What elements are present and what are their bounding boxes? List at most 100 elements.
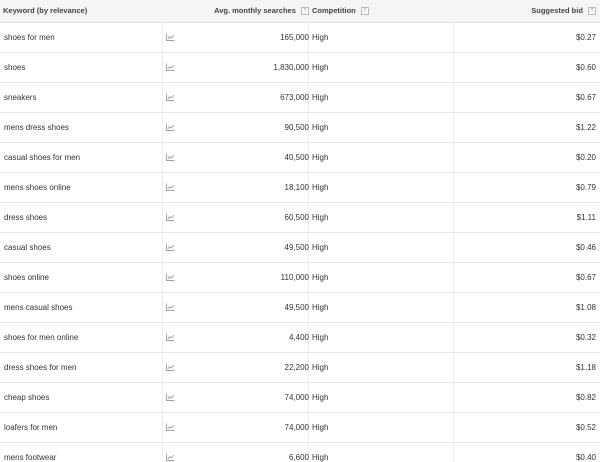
table-row[interactable]: mens casual shoes 49,500 High $1.08 — [0, 293, 600, 323]
competition-cell: High — [312, 363, 329, 372]
searches-cell: 673,000 — [280, 93, 309, 102]
searches-cell: 49,500 — [284, 303, 309, 312]
table-row[interactable]: casual shoes for men 40,500 High $0.20 — [0, 143, 600, 173]
competition-cell: High — [312, 303, 329, 312]
keyword-cell: shoes online — [4, 273, 49, 282]
bid-cell: $0.32 — [575, 333, 596, 342]
keyword-cell: shoes for men online — [4, 333, 79, 342]
table-header: Keyword (by relevance) Avg. monthly sear… — [0, 0, 600, 23]
table-row[interactable]: sneakers 673,000 High $0.67 — [0, 83, 600, 113]
searches-cell: 40,500 — [284, 153, 309, 162]
competition-cell: High — [312, 423, 329, 432]
bid-cell: $1.22 — [575, 123, 596, 132]
searches-cell: 74,000 — [284, 423, 309, 432]
bid-cell: $1.18 — [575, 363, 596, 372]
column-header-keyword-label: Keyword (by relevance) — [3, 6, 88, 15]
bid-cell: $1.11 — [576, 213, 596, 222]
line-chart-icon[interactable] — [166, 243, 175, 253]
keyword-cell: dress shoes — [4, 213, 48, 222]
bid-cell: $0.46 — [575, 243, 596, 252]
line-chart-icon[interactable] — [166, 63, 175, 73]
bid-cell: $1.08 — [575, 303, 596, 312]
column-header-competition[interactable]: Competition ? — [312, 0, 369, 22]
searches-cell: 74,000 — [284, 393, 309, 402]
table-row[interactable]: mens shoes online 18,100 High $0.79 — [0, 173, 600, 203]
line-chart-icon[interactable] — [166, 183, 175, 193]
table-row[interactable]: shoes for men online 4,400 High $0.32 — [0, 323, 600, 353]
line-chart-icon[interactable] — [166, 393, 175, 403]
keyword-cell: shoes for men — [4, 33, 55, 42]
table-row[interactable]: casual shoes 49,500 High $0.46 — [0, 233, 600, 263]
searches-cell: 49,500 — [284, 243, 309, 252]
table-row[interactable]: shoes for men 165,000 High $0.27 — [0, 23, 600, 53]
bid-cell: $0.79 — [575, 183, 596, 192]
competition-cell: High — [312, 153, 329, 162]
line-chart-icon[interactable] — [166, 363, 175, 373]
line-chart-icon[interactable] — [166, 93, 175, 103]
searches-cell: 60,500 — [284, 213, 309, 222]
competition-cell: High — [312, 63, 329, 72]
table-row[interactable]: cheap shoes 74,000 High $0.82 — [0, 383, 600, 413]
bid-cell: $0.52 — [575, 423, 596, 432]
line-chart-icon[interactable] — [166, 123, 175, 133]
table-row[interactable]: shoes 1,830,000 High $0.60 — [0, 53, 600, 83]
keyword-cell: mens shoes online — [4, 183, 71, 192]
line-chart-icon[interactable] — [166, 213, 175, 223]
table-row[interactable]: mens dress shoes 90,500 High $1.22 — [0, 113, 600, 143]
competition-cell: High — [312, 453, 329, 462]
keyword-ideas-table: Keyword (by relevance) Avg. monthly sear… — [0, 0, 600, 462]
keyword-cell: mens casual shoes — [4, 303, 73, 312]
line-chart-icon[interactable] — [166, 303, 175, 313]
keyword-cell: mens footwear — [4, 453, 57, 462]
keyword-cell: loafers for men — [4, 423, 58, 432]
searches-cell: 90,500 — [284, 123, 309, 132]
bid-cell: $0.82 — [575, 393, 596, 402]
competition-cell: High — [312, 33, 329, 42]
line-chart-icon[interactable] — [166, 423, 175, 433]
bid-cell: $0.20 — [575, 153, 596, 162]
searches-cell: 18,100 — [284, 183, 309, 192]
column-header-searches-label: Avg. monthly searches — [214, 6, 296, 15]
line-chart-icon[interactable] — [166, 33, 175, 43]
competition-help-icon[interactable]: ? — [360, 7, 369, 16]
column-header-keyword[interactable]: Keyword (by relevance) — [3, 0, 87, 22]
competition-cell: High — [312, 393, 329, 402]
table-row[interactable]: dress shoes 60,500 High $1.11 — [0, 203, 600, 233]
competition-cell: High — [312, 243, 329, 252]
keyword-cell: cheap shoes — [4, 393, 50, 402]
competition-cell: High — [312, 333, 329, 342]
bid-help-icon[interactable]: ? — [588, 7, 596, 16]
bid-cell: $0.27 — [575, 33, 596, 42]
searches-cell: 1,830,000 — [273, 63, 309, 72]
searches-cell: 165,000 — [280, 33, 309, 42]
keyword-cell: casual shoes — [4, 243, 51, 252]
competition-cell: High — [312, 93, 329, 102]
line-chart-icon[interactable] — [166, 273, 175, 283]
competition-cell: High — [312, 273, 329, 282]
keyword-cell: shoes — [4, 63, 26, 72]
keyword-cell: sneakers — [4, 93, 37, 102]
searches-cell: 6,600 — [288, 453, 309, 462]
searches-cell: 22,200 — [284, 363, 309, 372]
line-chart-icon[interactable] — [166, 333, 175, 343]
keyword-cell: dress shoes for men — [4, 363, 77, 372]
table-row[interactable]: mens footwear 6,600 High $0.40 — [0, 443, 600, 462]
table-row[interactable]: loafers for men 74,000 High $0.52 — [0, 413, 600, 443]
keyword-cell: casual shoes for men — [4, 153, 81, 162]
competition-cell: High — [312, 123, 329, 132]
competition-cell: High — [312, 183, 329, 192]
table-row[interactable]: dress shoes for men 22,200 High $1.18 — [0, 353, 600, 383]
table-row[interactable]: shoes online 110,000 High $0.67 — [0, 263, 600, 293]
bid-cell: $0.60 — [575, 63, 596, 72]
line-chart-icon[interactable] — [166, 153, 175, 163]
searches-cell: 110,000 — [280, 273, 309, 282]
bid-cell: $0.40 — [575, 453, 596, 462]
column-header-bid[interactable]: Suggested bid ? — [531, 0, 596, 22]
column-header-searches[interactable]: Avg. monthly searches ? — [214, 0, 309, 22]
competition-cell: High — [312, 213, 329, 222]
column-header-bid-label: Suggested bid — [531, 6, 583, 15]
bid-cell: $0.67 — [575, 273, 596, 282]
bid-cell: $0.67 — [575, 93, 596, 102]
searches-help-icon[interactable]: ? — [301, 7, 309, 16]
line-chart-icon[interactable] — [166, 453, 175, 462]
